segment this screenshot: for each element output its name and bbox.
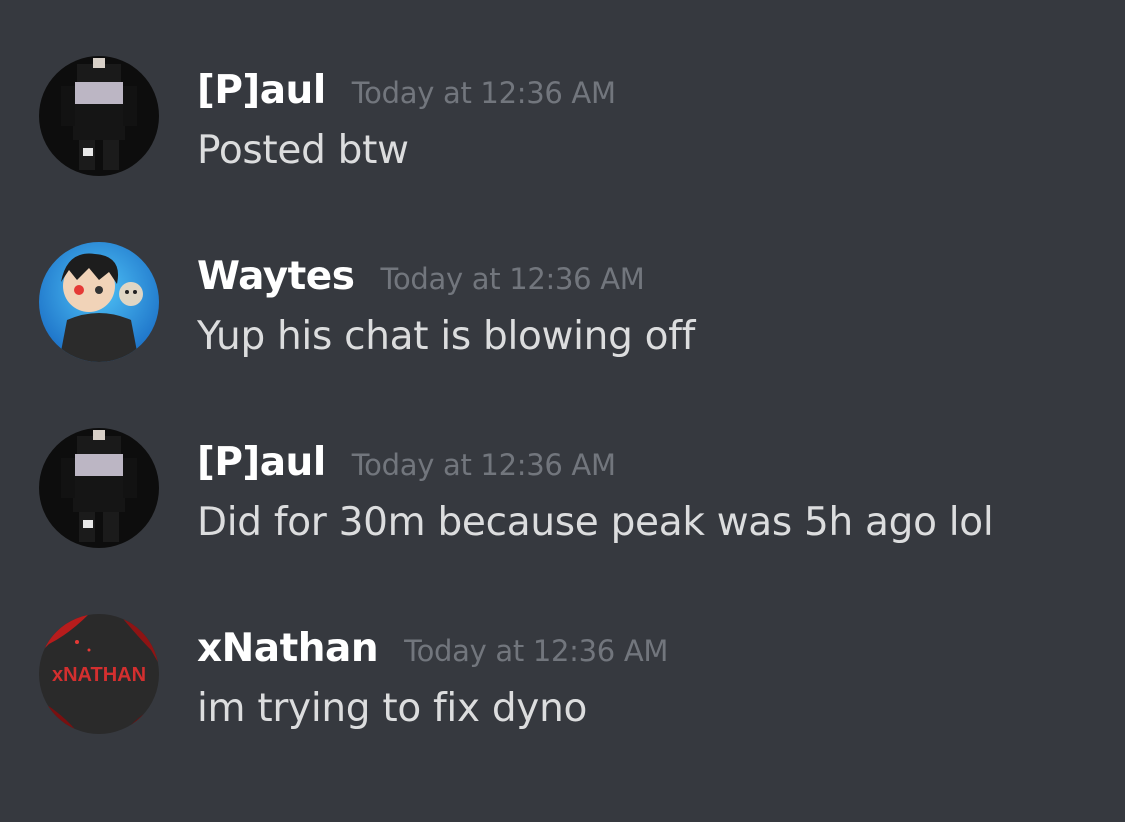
timestamp: Today at 12:36 AM [351,448,616,482]
message-content: Did for 30m because peak was 5h ago lol [197,500,994,545]
timestamp: Today at 12:36 AM [380,262,645,296]
waytes-avatar-image [39,242,159,362]
message-item: [P]aul Today at 12:36 AM Posted btw [0,56,1125,206]
paul-avatar-image [39,56,159,176]
user-avatar[interactable] [39,56,159,176]
user-avatar[interactable] [39,428,159,548]
message-content: im trying to fix dyno [197,686,588,731]
username[interactable]: Waytes [197,254,355,299]
message-item: xNATHAN xNathan Today at 12:36 AM im try… [0,614,1125,764]
user-avatar[interactable] [39,242,159,362]
username[interactable]: [P]aul [197,440,326,485]
chat-message-list: [P]aul Today at 12:36 AM Posted btw Wayt… [0,0,1125,822]
timestamp: Today at 12:36 AM [404,634,669,668]
message-item: [P]aul Today at 12:36 AM Did for 30m bec… [0,428,1125,578]
message-header: xNathan Today at 12:36 AM [197,626,668,671]
message-header: [P]aul Today at 12:36 AM [197,440,616,485]
message-content: Yup his chat is blowing off [197,314,696,359]
avatar-logo-text: xNATHAN [52,664,146,686]
username[interactable]: [P]aul [197,68,326,113]
message-header: Waytes Today at 12:36 AM [197,254,645,299]
paul-avatar-image [39,428,159,548]
username[interactable]: xNathan [197,626,379,671]
message-item: Waytes Today at 12:36 AM Yup his chat is… [0,242,1125,392]
timestamp: Today at 12:36 AM [351,76,616,110]
message-header: [P]aul Today at 12:36 AM [197,68,616,113]
xnathan-avatar-image: xNATHAN [39,614,159,734]
user-avatar[interactable]: xNATHAN [39,614,159,734]
message-content: Posted btw [197,128,409,173]
